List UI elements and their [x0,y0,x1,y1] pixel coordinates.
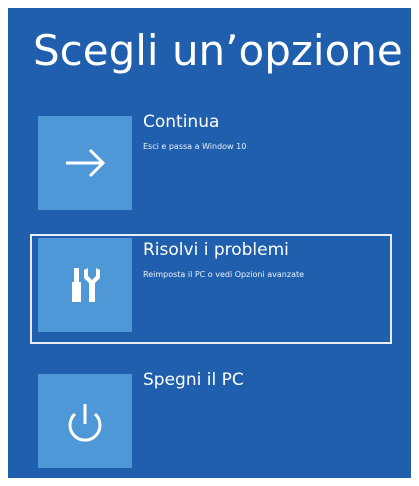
continue-tile[interactable] [38,116,132,210]
power-icon [68,404,102,442]
shutdown-tile[interactable] [38,374,132,468]
option-label: Spegni il PC [143,370,244,390]
tools-icon [72,268,100,302]
option-label: Risolvi i problemi [143,240,289,260]
page-title: Scegli un’opzione [33,26,403,75]
option-description: Reimposta il PC o vedi Opzioni avanzate [143,270,305,279]
option-continue[interactable]: Continua Esci e passa a Window 10 [30,112,392,226]
recovery-screen: Scegli un’opzione Continua Esci e passa … [8,8,411,478]
option-description: Esci e passa a Window 10 [143,142,247,151]
troubleshoot-tile[interactable] [38,238,132,332]
option-troubleshoot[interactable]: Risolvi i problemi Reimposta il PC o ved… [30,234,392,344]
arrow-right-icon [66,148,106,178]
option-label: Continua [143,112,220,132]
option-shutdown[interactable]: Spegni il PC [30,370,392,478]
